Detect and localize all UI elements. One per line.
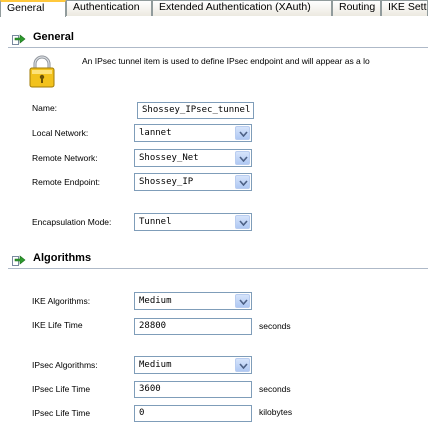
padlock-icon [29,54,55,88]
tab-routing[interactable]: Routing [332,0,381,16]
ike-life-time-label: IKE Life Time [32,320,83,330]
chevron-down-icon[interactable] [235,358,250,372]
tab-authentication[interactable]: Authentication [66,0,152,16]
section-algorithms-header: Algorithms [0,249,428,269]
tab-extended-authentication[interactable]: Extended Authentication (XAuth) [152,0,332,16]
remote-endpoint-select[interactable]: Shossey_IP [134,173,252,191]
green-arrow-icon [12,32,26,45]
ipsec-algorithms-select[interactable]: Medium [134,356,252,374]
chevron-down-icon[interactable] [235,126,250,140]
tunnel-description: An IPsec tunnel item is used to define I… [82,56,370,66]
ike-life-time-unit: seconds [259,321,291,331]
section-divider [8,47,428,48]
section-general-header: General [0,28,428,48]
name-field[interactable]: Shossey_IPsec_tunnel [137,102,254,119]
remote-network-value: Shossey_Net [139,153,199,163]
remote-endpoint-label: Remote Endpoint: [32,177,101,187]
ike-algorithms-label: IKE Algorithms: [32,296,91,306]
ipsec-algorithms-label: IPsec Algorithms: [32,360,98,370]
section-title-general: General [33,31,74,43]
ipsec-life-time-unit: seconds [259,384,291,394]
green-arrow-icon [12,253,26,266]
encapsulation-mode-value: Tunnel [139,217,172,227]
chevron-down-icon[interactable] [235,175,250,189]
section-title-algorithms: Algorithms [33,252,92,264]
chevron-down-icon[interactable] [235,215,250,229]
chevron-down-icon[interactable] [235,151,250,165]
local-network-select[interactable]: lannet [134,124,252,142]
ike-algorithms-value: Medium [139,296,172,306]
local-network-label: Local Network: [32,128,89,138]
tab-bar: General Authentication Extended Authenti… [0,0,428,17]
ipsec-algorithms-value: Medium [139,360,172,370]
ipsec-life-time-label: IPsec Life Time [32,384,91,394]
remote-endpoint-value: Shossey_IP [139,177,194,187]
local-network-value: lannet [139,128,172,138]
ipsec-life-time-kb-unit: kilobytes [259,407,293,417]
ike-life-time-field[interactable]: 28800 [134,318,252,335]
ike-algorithms-select[interactable]: Medium [134,292,252,310]
ipsec-life-time-kb-label: IPsec Life Time [32,408,91,418]
remote-network-label: Remote Network: [32,153,98,163]
tab-ike-settings[interactable]: IKE Setti [381,0,428,16]
encapsulation-mode-select[interactable]: Tunnel [134,213,252,231]
remote-network-select[interactable]: Shossey_Net [134,149,252,167]
encapsulation-mode-label: Encapsulation Mode: [32,217,112,227]
name-label: Name: [32,103,58,113]
section-divider [8,268,428,269]
tab-general[interactable]: General [0,0,66,17]
ipsec-life-time-field[interactable]: 3600 [134,381,252,398]
ipsec-life-time-kb-field[interactable]: 0 [134,405,252,422]
chevron-down-icon[interactable] [235,294,250,308]
